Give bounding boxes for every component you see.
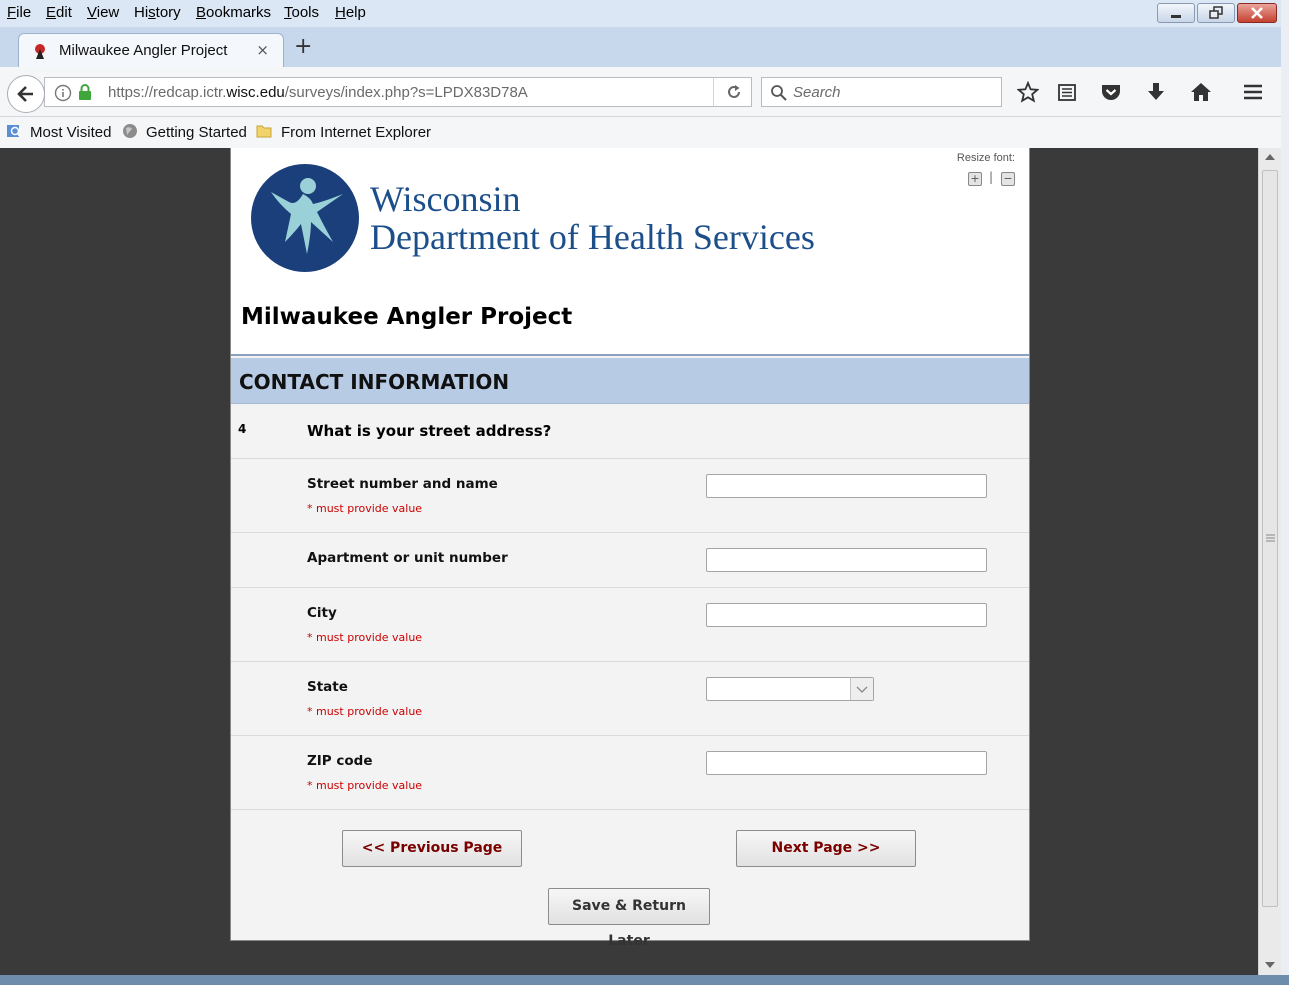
search-icon bbox=[771, 85, 787, 101]
pocket-icon[interactable] bbox=[1100, 81, 1122, 103]
menu-file[interactable]: File bbox=[7, 4, 31, 21]
org-name-line2: Department of Health Services bbox=[370, 217, 815, 257]
content-viewport: Resize font: + | − Wisconsin Department … bbox=[0, 148, 1258, 975]
dropdown-button[interactable] bbox=[850, 678, 873, 700]
question-text: What is your street address? bbox=[307, 422, 552, 440]
state-select[interactable] bbox=[706, 677, 874, 701]
close-window-button[interactable] bbox=[1237, 3, 1277, 23]
reload-button[interactable] bbox=[713, 78, 753, 106]
menu-history[interactable]: History bbox=[134, 4, 181, 21]
restore-button[interactable] bbox=[1197, 3, 1235, 23]
question-number: 4 bbox=[238, 422, 247, 436]
grip-icon bbox=[1266, 534, 1275, 542]
tab-milwaukee-angler-project[interactable]: Milwaukee Angler Project × bbox=[18, 33, 284, 68]
field-row-apartment: Apartment or unit number bbox=[231, 533, 1029, 588]
scroll-down-icon[interactable] bbox=[1264, 960, 1276, 970]
bookmark-most-visited[interactable]: Most Visited bbox=[30, 124, 111, 141]
menu-bookmarks[interactable]: Bookmarks bbox=[196, 4, 271, 21]
back-arrow-icon bbox=[17, 86, 33, 102]
back-button[interactable] bbox=[7, 75, 45, 113]
field-row-city: City * must provide value bbox=[231, 588, 1029, 662]
field-label-city: City bbox=[307, 605, 337, 621]
search-bar[interactable]: Search bbox=[761, 77, 1002, 107]
field-label-zip: ZIP code bbox=[307, 753, 373, 769]
bookmark-getting-started[interactable]: Getting Started bbox=[146, 124, 247, 141]
lock-icon[interactable] bbox=[77, 83, 93, 101]
url-bar[interactable]: https://redcap.ictr.wisc.edu/surveys/ind… bbox=[44, 77, 752, 107]
window-edge bbox=[1281, 0, 1289, 985]
field-label-state: State bbox=[307, 679, 348, 695]
reading-list-icon[interactable] bbox=[1056, 81, 1078, 103]
star-icon[interactable] bbox=[1017, 81, 1039, 103]
required-note-city: * must provide value bbox=[307, 631, 423, 644]
section-header: CONTACT INFORMATION bbox=[231, 358, 1029, 404]
scroll-up-icon[interactable] bbox=[1264, 152, 1276, 162]
street-input[interactable] bbox=[706, 474, 987, 498]
redcap-favicon-icon bbox=[35, 44, 45, 59]
close-icon bbox=[1251, 7, 1263, 19]
restore-icon bbox=[1209, 6, 1223, 19]
section-title: CONTACT INFORMATION bbox=[239, 370, 510, 394]
bookmarks-toolbar: Most Visited Getting Started From Intern… bbox=[0, 117, 1289, 148]
city-input[interactable] bbox=[706, 603, 987, 627]
new-tab-button[interactable]: + bbox=[294, 34, 312, 59]
tab-strip: Milwaukee Angler Project × + bbox=[0, 27, 1289, 68]
info-icon[interactable] bbox=[54, 84, 72, 102]
org-name-line1: Wisconsin bbox=[370, 179, 521, 219]
survey-header: Resize font: + | − Wisconsin Department … bbox=[231, 148, 1029, 356]
field-label-street: Street number and name bbox=[307, 476, 498, 492]
field-label-apartment: Apartment or unit number bbox=[307, 550, 508, 566]
download-icon[interactable] bbox=[1145, 81, 1167, 103]
search-placeholder: Search bbox=[793, 84, 841, 101]
zip-input[interactable] bbox=[706, 751, 987, 775]
os-taskbar bbox=[0, 975, 1289, 985]
survey-page: Resize font: + | − Wisconsin Department … bbox=[230, 148, 1030, 949]
previous-page-button[interactable]: << Previous Page bbox=[342, 830, 522, 867]
minimize-button[interactable] bbox=[1157, 3, 1195, 23]
dhs-logo bbox=[251, 164, 359, 272]
menu-bar: File Edit View History Bookmarks Tools H… bbox=[0, 0, 1289, 27]
folder-icon bbox=[256, 125, 272, 138]
most-visited-icon bbox=[7, 125, 22, 138]
resize-font-label: Resize font: bbox=[956, 152, 1015, 164]
required-note-street: * must provide value bbox=[307, 502, 423, 515]
menu-edit[interactable]: Edit bbox=[46, 4, 72, 21]
menu-tools[interactable]: Tools bbox=[284, 4, 319, 21]
globe-icon bbox=[123, 124, 137, 138]
required-note-zip: * must provide value bbox=[307, 779, 423, 792]
field-row-street: Street number and name * must provide va… bbox=[231, 459, 1029, 533]
reload-icon bbox=[728, 85, 740, 98]
bookmark-folder-internet-explorer[interactable]: From Internet Explorer bbox=[281, 124, 431, 141]
nav-bar: https://redcap.ictr.wisc.edu/surveys/ind… bbox=[0, 67, 1289, 117]
vertical-scrollbar[interactable] bbox=[1258, 148, 1281, 975]
minimize-icon bbox=[1171, 15, 1181, 18]
required-note-state: * must provide value bbox=[307, 705, 423, 718]
scrollbar-thumb[interactable] bbox=[1262, 170, 1278, 907]
menu-view[interactable]: View bbox=[87, 4, 119, 21]
question-row: 4 What is your street address? bbox=[231, 404, 1029, 459]
tab-title: Milwaukee Angler Project bbox=[59, 42, 228, 59]
home-icon[interactable] bbox=[1190, 81, 1212, 103]
survey-title: Milwaukee Angler Project bbox=[241, 304, 573, 330]
next-page-button[interactable]: Next Page >> bbox=[736, 830, 916, 867]
tab-close-icon[interactable]: × bbox=[256, 41, 269, 59]
field-row-state: State * must provide value bbox=[231, 662, 1029, 736]
apartment-input[interactable] bbox=[706, 548, 987, 572]
hamburger-menu-icon[interactable] bbox=[1242, 81, 1264, 103]
font-decrease-button[interactable]: − bbox=[1001, 172, 1015, 186]
field-row-zip: ZIP code * must provide value bbox=[231, 736, 1029, 810]
font-increase-button[interactable]: + bbox=[968, 172, 982, 186]
chevron-down-icon bbox=[856, 686, 868, 693]
save-return-later-button[interactable]: Save & Return Later bbox=[548, 888, 710, 949]
resize-font-separator: | bbox=[988, 170, 993, 184]
menu-help[interactable]: Help bbox=[335, 4, 366, 21]
url-text[interactable]: https://redcap.ictr.wisc.edu/surveys/ind… bbox=[108, 84, 528, 101]
